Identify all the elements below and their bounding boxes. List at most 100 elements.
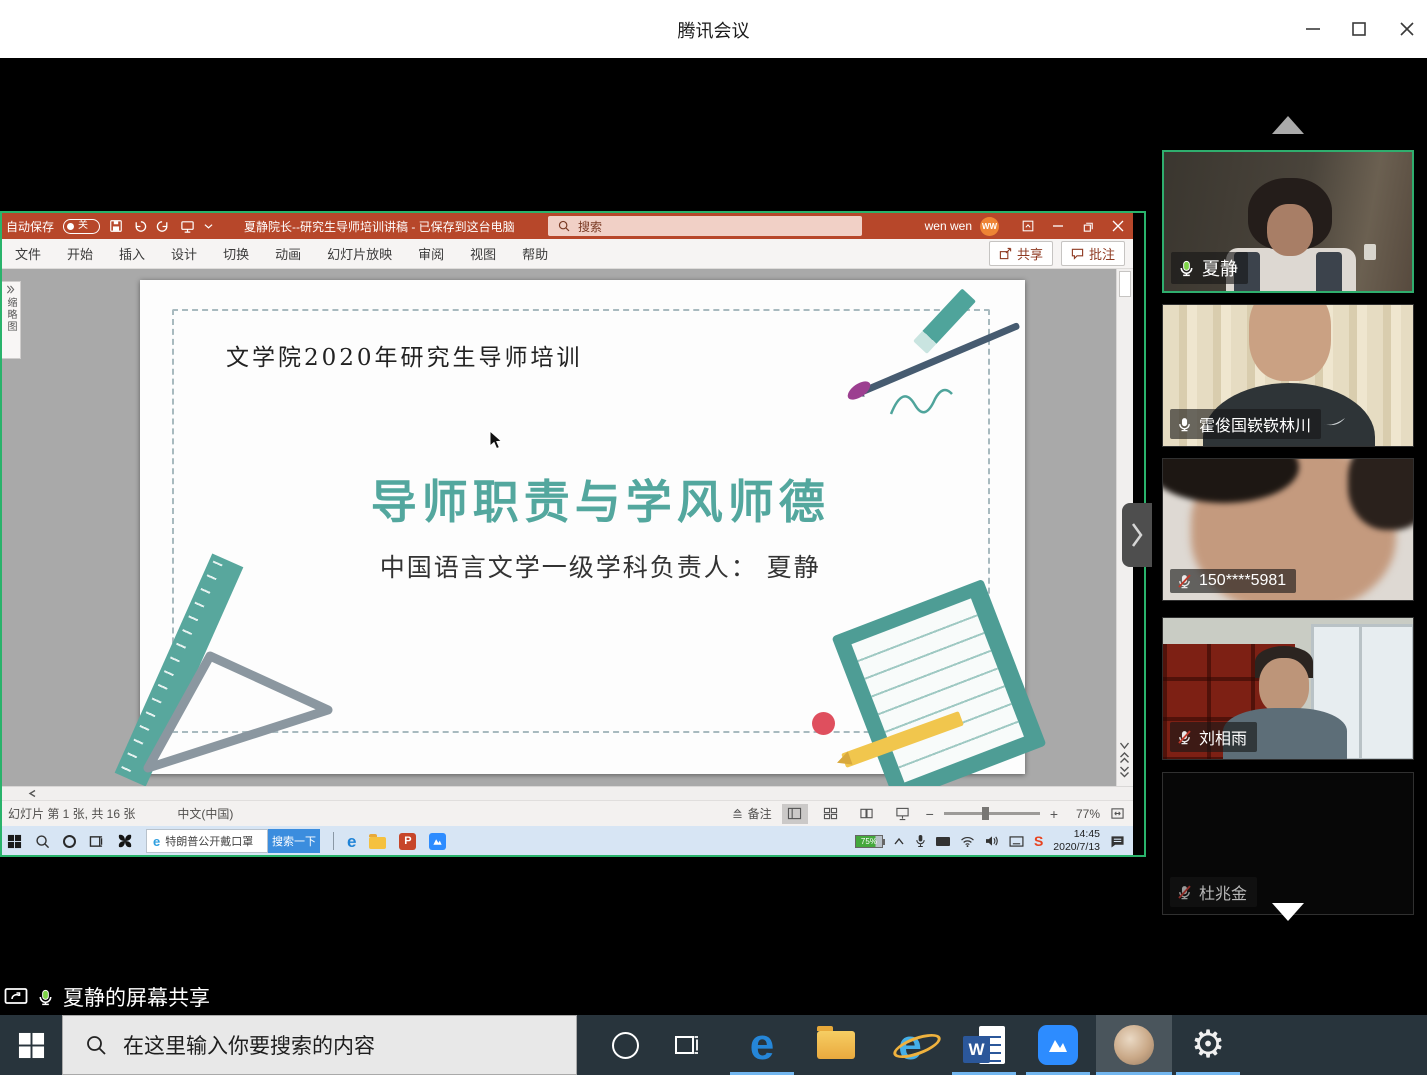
pinwheel-app-icon[interactable] [117, 833, 133, 849]
tab-review[interactable]: 审阅 [405, 239, 457, 268]
start-slideshow-button[interactable] [180, 219, 195, 234]
zoom-in-button[interactable]: + [1050, 806, 1058, 822]
action-center-icon[interactable] [1110, 835, 1126, 848]
previous-slide-button[interactable] [1119, 752, 1130, 764]
ribbon-options-icon [1021, 219, 1035, 233]
sogou-icon[interactable]: S [1034, 834, 1043, 848]
tab-transitions[interactable]: 切换 [210, 239, 262, 268]
edge-taskbar-icon[interactable]: e [726, 1015, 798, 1075]
powerpoint-icon[interactable]: P [399, 833, 416, 850]
input-indicator-icon[interactable] [1009, 836, 1024, 847]
zoom-level[interactable]: 77% [1068, 807, 1100, 821]
scrollbar-thumb[interactable] [1119, 271, 1131, 297]
person-shape [1267, 204, 1313, 256]
share-button[interactable]: 共享 [989, 241, 1053, 266]
zoom-out-button[interactable]: − [926, 806, 934, 822]
tab-design[interactable]: 设计 [158, 239, 210, 268]
participant-tile-liuxiangyu[interactable]: 刘相雨 [1162, 617, 1414, 760]
participant-tile-huojunguo[interactable]: 霍俊国嵚嵚林川 [1162, 304, 1414, 447]
taskbar-search-box[interactable]: 在这里输入你要搜索的内容 [62, 1015, 577, 1075]
language-indicator[interactable]: 中文(中国) [177, 805, 233, 822]
ppt-search-box[interactable]: 搜索 [548, 216, 862, 236]
tencent-meeting-taskbar-icon[interactable] [1022, 1015, 1094, 1075]
tab-insert[interactable]: 插入 [106, 239, 158, 268]
task-view-button[interactable] [89, 835, 104, 848]
participant-tile-xiajing[interactable]: 夏静 [1162, 150, 1414, 293]
mic-on-speaking-icon [1177, 259, 1196, 278]
mic-muted-icon [1176, 573, 1193, 590]
ppt-titlebar-right: wen wen WW [925, 213, 1133, 239]
edge-icon[interactable]: e [347, 833, 356, 850]
show-hidden-icons-chevron[interactable] [893, 837, 905, 845]
autosave-toggle[interactable]: 关 [63, 219, 100, 234]
cortana-button[interactable] [63, 835, 76, 848]
participant-tile-duzhaojin[interactable]: 杜兆金 [1162, 772, 1414, 915]
tab-help[interactable]: 帮助 [509, 239, 561, 268]
zoom-slider[interactable] [944, 812, 1040, 815]
ribbon-display-options-button[interactable] [1013, 213, 1043, 239]
tray-display-icon[interactable] [936, 837, 950, 846]
file-explorer-taskbar-icon[interactable] [800, 1015, 872, 1075]
ppt-minimize-button[interactable] [1043, 213, 1073, 239]
word-taskbar-icon[interactable]: W [948, 1015, 1020, 1075]
participant-tile-150[interactable]: 150****5981 [1162, 458, 1414, 601]
next-slide-button[interactable] [1119, 766, 1130, 778]
settings-taskbar-icon[interactable]: ⚙ [1176, 1015, 1240, 1075]
slideshow-view-button[interactable] [890, 804, 916, 824]
file-explorer-icon[interactable] [369, 837, 386, 849]
autosave-label: 自动保存 [6, 218, 54, 235]
ppt-close-button[interactable] [1103, 213, 1133, 239]
tab-home[interactable]: 开始 [54, 239, 106, 268]
thumbnail-pane-collapsed[interactable]: 缩略图 [0, 281, 21, 359]
normal-view-button[interactable] [782, 804, 808, 824]
quick-access-dropdown[interactable] [204, 222, 213, 230]
save-button[interactable] [109, 219, 123, 233]
news-search-button[interactable]: 搜索一下 [268, 829, 320, 853]
document-title: 夏静院长--研究生导师培训讲稿 - 已保存到这台电脑 [244, 218, 515, 235]
tab-slideshow[interactable]: 幻灯片放映 [314, 239, 405, 268]
start-button[interactable] [0, 1015, 62, 1075]
wifi-icon[interactable] [960, 836, 975, 847]
gear-icon: ⚙ [1191, 1026, 1225, 1064]
tray-mic-icon[interactable] [915, 834, 926, 848]
participants-scroll-down-button[interactable] [1272, 903, 1304, 921]
undo-button[interactable] [132, 219, 147, 234]
clock[interactable]: 14:45 2020/7/13 [1053, 828, 1100, 854]
tencent-meeting-icon[interactable] [429, 833, 446, 850]
news-query-box[interactable]: e 特朗普公开戴口罩 [146, 829, 268, 853]
ppt-restore-button[interactable] [1073, 213, 1103, 239]
fit-slide-button[interactable] [1110, 807, 1125, 820]
notes-button[interactable]: 备注 [731, 805, 772, 822]
start-button[interactable] [7, 834, 22, 849]
reading-view-button[interactable] [854, 804, 880, 824]
active-app-taskbar-icon[interactable] [1096, 1015, 1172, 1075]
tab-animations[interactable]: 动画 [262, 239, 314, 268]
tab-view[interactable]: 视图 [457, 239, 509, 268]
tab-file[interactable]: 文件 [2, 239, 54, 268]
close-button[interactable] [1390, 14, 1424, 44]
cortana-button[interactable] [596, 1015, 654, 1075]
scroll-left-icon[interactable] [28, 789, 37, 798]
tray-date: 2020/7/13 [1053, 841, 1100, 854]
taskbar-search-button[interactable] [35, 834, 50, 849]
battery-indicator[interactable]: 75% [855, 835, 883, 848]
task-view-button[interactable] [658, 1015, 716, 1075]
slide-sorter-view-button[interactable] [818, 804, 844, 824]
sidebar-expand-tab[interactable] [1122, 503, 1152, 567]
news-search-widget[interactable]: e 特朗普公开戴口罩 搜索一下 [146, 829, 320, 853]
zoom-slider-thumb[interactable] [982, 807, 989, 820]
comments-button[interactable]: 批注 [1061, 241, 1125, 266]
internet-explorer-taskbar-icon[interactable]: e [874, 1015, 946, 1075]
redo-button[interactable] [156, 219, 171, 234]
minimize-button[interactable] [1296, 14, 1330, 44]
avatar[interactable]: WW [980, 217, 999, 236]
maximize-button[interactable] [1342, 14, 1376, 44]
meeting-titlebar: 腾讯会议 [0, 0, 1427, 58]
account-name[interactable]: wen wen [925, 219, 972, 233]
participants-scroll-up-button[interactable] [1272, 116, 1304, 134]
red-dot-decoration [812, 712, 835, 735]
slide[interactable]: 文学院2020年研究生导师培训 导师职责与学风师德 中国语言文学一级学科负责人：… [140, 280, 1025, 774]
scroll-down-icon[interactable] [1119, 741, 1130, 750]
horizontal-scrollbar[interactable] [0, 786, 1133, 800]
volume-icon[interactable] [985, 835, 999, 847]
